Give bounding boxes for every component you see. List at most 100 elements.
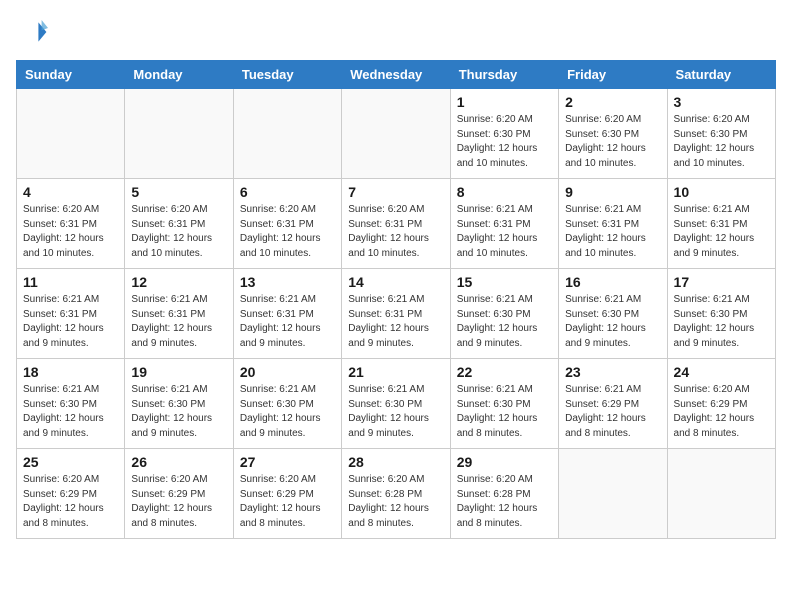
calendar-cell: 9 Sunrise: 6:21 AM Sunset: 6:31 PM Daylig… [559,179,667,269]
day-number: 8 [457,184,552,200]
calendar-cell: 21 Sunrise: 6:21 AM Sunset: 6:30 PM Dayli… [342,359,450,449]
calendar-cell: 25 Sunrise: 6:20 AM Sunset: 6:29 PM Dayli… [17,449,125,539]
day-header-wednesday: Wednesday [342,61,450,89]
day-number: 20 [240,364,335,380]
day-number: 3 [674,94,769,110]
calendar-week-row: 18 Sunrise: 6:21 AM Sunset: 6:30 PM Dayli… [17,359,776,449]
day-number: 29 [457,454,552,470]
day-info: Sunrise: 6:21 AM Sunset: 6:30 PM Dayligh… [457,383,552,441]
day-number: 11 [23,274,118,290]
calendar-header-row: SundayMondayTuesdayWednesdayThursdayFrid… [17,61,776,89]
day-info: Sunrise: 6:20 AM Sunset: 6:30 PM Dayligh… [674,113,769,171]
day-info: Sunrise: 6:21 AM Sunset: 6:31 PM Dayligh… [240,293,335,351]
day-number: 2 [565,94,660,110]
calendar-cell: 3 Sunrise: 6:20 AM Sunset: 6:30 PM Daylig… [667,89,775,179]
day-info: Sunrise: 6:21 AM Sunset: 6:30 PM Dayligh… [457,293,552,351]
day-info: Sunrise: 6:20 AM Sunset: 6:31 PM Dayligh… [131,203,226,261]
day-info: Sunrise: 6:20 AM Sunset: 6:30 PM Dayligh… [457,113,552,171]
day-info: Sunrise: 6:21 AM Sunset: 6:30 PM Dayligh… [674,293,769,351]
calendar-cell: 26 Sunrise: 6:20 AM Sunset: 6:29 PM Dayli… [125,449,233,539]
day-info: Sunrise: 6:21 AM Sunset: 6:29 PM Dayligh… [565,383,660,441]
day-info: Sunrise: 6:20 AM Sunset: 6:28 PM Dayligh… [348,473,443,531]
calendar-cell: 17 Sunrise: 6:21 AM Sunset: 6:30 PM Dayli… [667,269,775,359]
day-header-saturday: Saturday [667,61,775,89]
day-info: Sunrise: 6:21 AM Sunset: 6:30 PM Dayligh… [565,293,660,351]
day-header-tuesday: Tuesday [233,61,341,89]
day-number: 23 [565,364,660,380]
calendar-cell: 29 Sunrise: 6:20 AM Sunset: 6:28 PM Dayli… [450,449,558,539]
day-info: Sunrise: 6:21 AM Sunset: 6:31 PM Dayligh… [674,203,769,261]
day-header-friday: Friday [559,61,667,89]
calendar-cell: 15 Sunrise: 6:21 AM Sunset: 6:30 PM Dayli… [450,269,558,359]
calendar-cell: 4Sunrise: 6:20 AM Sunset: 6:31 PM Daylig… [17,179,125,269]
day-info: Sunrise: 6:21 AM Sunset: 6:31 PM Dayligh… [348,293,443,351]
calendar-cell [559,449,667,539]
calendar-week-row: 25 Sunrise: 6:20 AM Sunset: 6:29 PM Dayli… [17,449,776,539]
calendar-cell: 16 Sunrise: 6:21 AM Sunset: 6:30 PM Dayli… [559,269,667,359]
day-info: Sunrise: 6:20 AM Sunset: 6:31 PM Dayligh… [23,203,118,261]
day-info: Sunrise: 6:21 AM Sunset: 6:30 PM Dayligh… [131,383,226,441]
calendar-cell: 6 Sunrise: 6:20 AM Sunset: 6:31 PM Daylig… [233,179,341,269]
calendar-week-row: 4Sunrise: 6:20 AM Sunset: 6:31 PM Daylig… [17,179,776,269]
day-info: Sunrise: 6:21 AM Sunset: 6:30 PM Dayligh… [240,383,335,441]
day-number: 13 [240,274,335,290]
calendar-cell: 23 Sunrise: 6:21 AM Sunset: 6:29 PM Dayli… [559,359,667,449]
day-info: Sunrise: 6:21 AM Sunset: 6:30 PM Dayligh… [348,383,443,441]
calendar-cell [233,89,341,179]
day-number: 6 [240,184,335,200]
day-number: 12 [131,274,226,290]
day-info: Sunrise: 6:21 AM Sunset: 6:30 PM Dayligh… [23,383,118,441]
day-info: Sunrise: 6:20 AM Sunset: 6:31 PM Dayligh… [240,203,335,261]
calendar-cell: 20 Sunrise: 6:21 AM Sunset: 6:30 PM Dayli… [233,359,341,449]
calendar-cell: 22 Sunrise: 6:21 AM Sunset: 6:30 PM Dayli… [450,359,558,449]
day-number: 25 [23,454,118,470]
calendar-cell [17,89,125,179]
calendar-cell: 24 Sunrise: 6:20 AM Sunset: 6:29 PM Dayli… [667,359,775,449]
day-number: 1 [457,94,552,110]
day-info: Sunrise: 6:21 AM Sunset: 6:31 PM Dayligh… [131,293,226,351]
calendar-cell: 10 Sunrise: 6:21 AM Sunset: 6:31 PM Dayli… [667,179,775,269]
day-number: 7 [348,184,443,200]
day-header-thursday: Thursday [450,61,558,89]
logo-icon [16,16,48,48]
calendar-cell [342,89,450,179]
calendar-cell: 12 Sunrise: 6:21 AM Sunset: 6:31 PM Dayli… [125,269,233,359]
calendar-cell: 28 Sunrise: 6:20 AM Sunset: 6:28 PM Dayli… [342,449,450,539]
day-number: 19 [131,364,226,380]
day-info: Sunrise: 6:20 AM Sunset: 6:29 PM Dayligh… [131,473,226,531]
day-info: Sunrise: 6:20 AM Sunset: 6:29 PM Dayligh… [674,383,769,441]
day-info: Sunrise: 6:20 AM Sunset: 6:29 PM Dayligh… [240,473,335,531]
calendar-cell [667,449,775,539]
calendar-cell: 19 Sunrise: 6:21 AM Sunset: 6:30 PM Dayli… [125,359,233,449]
day-number: 24 [674,364,769,380]
day-header-monday: Monday [125,61,233,89]
day-info: Sunrise: 6:21 AM Sunset: 6:31 PM Dayligh… [565,203,660,261]
logo [16,16,52,48]
day-header-sunday: Sunday [17,61,125,89]
calendar-cell: 27 Sunrise: 6:20 AM Sunset: 6:29 PM Dayli… [233,449,341,539]
day-number: 27 [240,454,335,470]
calendar-table: SundayMondayTuesdayWednesdayThursdayFrid… [16,60,776,539]
day-number: 28 [348,454,443,470]
day-number: 15 [457,274,552,290]
calendar-cell: 7 Sunrise: 6:20 AM Sunset: 6:31 PM Daylig… [342,179,450,269]
day-number: 9 [565,184,660,200]
calendar-week-row: 1 Sunrise: 6:20 AM Sunset: 6:30 PM Daylig… [17,89,776,179]
day-info: Sunrise: 6:20 AM Sunset: 6:29 PM Dayligh… [23,473,118,531]
day-number: 22 [457,364,552,380]
day-number: 18 [23,364,118,380]
calendar-cell: 14Sunrise: 6:21 AM Sunset: 6:31 PM Dayli… [342,269,450,359]
day-number: 16 [565,274,660,290]
page-header [16,16,776,48]
calendar-week-row: 11 Sunrise: 6:21 AM Sunset: 6:31 PM Dayli… [17,269,776,359]
day-info: Sunrise: 6:20 AM Sunset: 6:28 PM Dayligh… [457,473,552,531]
calendar-cell: 13 Sunrise: 6:21 AM Sunset: 6:31 PM Dayli… [233,269,341,359]
calendar-cell: 8Sunrise: 6:21 AM Sunset: 6:31 PM Daylig… [450,179,558,269]
day-number: 26 [131,454,226,470]
day-number: 21 [348,364,443,380]
day-number: 17 [674,274,769,290]
calendar-cell: 1 Sunrise: 6:20 AM Sunset: 6:30 PM Daylig… [450,89,558,179]
day-info: Sunrise: 6:20 AM Sunset: 6:31 PM Dayligh… [348,203,443,261]
calendar-cell [125,89,233,179]
day-number: 10 [674,184,769,200]
